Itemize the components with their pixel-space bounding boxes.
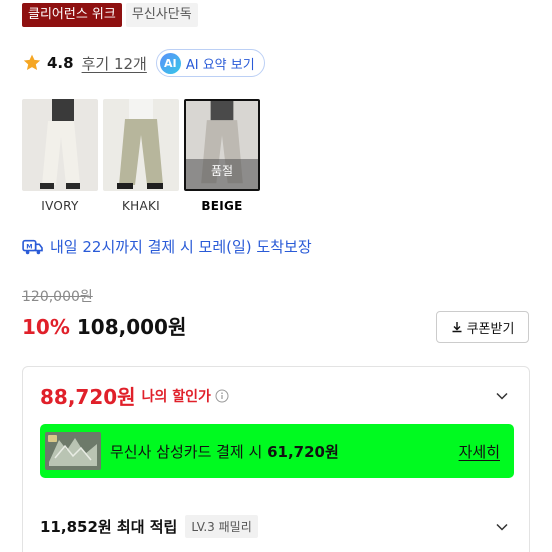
color-option-khaki[interactable]: KHAKI	[103, 99, 179, 213]
delivery-guarantee: M 내일 22시까지 결제 시 모레(일) 도착보장	[22, 236, 312, 257]
color-label: KHAKI	[121, 199, 160, 213]
rating-value: 4.8	[47, 54, 74, 72]
star-icon	[23, 54, 41, 70]
best-price-label: 나의 할인가	[141, 388, 211, 405]
discount-rate: 10%	[22, 315, 70, 339]
delivery-text: 내일 22시까지 결제 시 모레(일) 도착보장	[50, 238, 312, 256]
best-price-row[interactable]: 88,720원 나의 할인가	[40, 381, 229, 410]
clearance-badge: 클리어런스 위크	[22, 3, 122, 27]
product-thumbnail	[103, 99, 179, 191]
product-thumbnail-selected: 품절	[184, 99, 260, 191]
card-promo-banner[interactable]: 무신사 삼성카드 결제 시 61,720원 자세히	[40, 424, 514, 478]
best-price: 88,720원	[40, 385, 136, 409]
color-option-beige[interactable]: 품절 BEIGE	[184, 99, 260, 213]
soldout-overlay: 품절	[186, 159, 258, 189]
card-promo-text: 무신사 삼성카드 결제 시 61,720원	[110, 442, 339, 461]
color-label: BEIGE	[201, 199, 243, 213]
price-row: 10% 108,000원	[22, 311, 186, 340]
coupon-label: 쿠폰받기	[466, 321, 515, 337]
card-promo-amount: 61,720원	[267, 442, 339, 461]
color-label: IVORY	[41, 199, 79, 213]
promo-details-link[interactable]: 자세히	[459, 441, 500, 462]
ai-summary-button[interactable]: AI AI 요약 보기	[155, 49, 265, 77]
badge-row: 클리어런스 위크 무신사단독	[22, 3, 198, 27]
max-points: 11,852원 최대 적립	[40, 518, 178, 536]
benefit-card: 88,720원 나의 할인가 무신사 삼성카드 결제 시 61,720원 자세히…	[22, 366, 530, 552]
points-row[interactable]: 11,852원 최대 적립 LV.3 패밀리	[40, 515, 258, 538]
exclusive-badge: 무신사단독	[125, 3, 198, 27]
download-icon	[452, 322, 462, 333]
delivery-truck-icon: M	[22, 239, 43, 254]
rating-row: 4.8 후기 12개 AI AI 요약 보기	[22, 49, 265, 77]
review-count-link[interactable]: 후기 12개	[82, 53, 147, 74]
ai-icon: AI	[159, 52, 181, 74]
membership-level-badge: LV.3 패밀리	[185, 515, 258, 538]
credit-card-image	[45, 432, 101, 470]
sale-price: 108,000원	[76, 315, 187, 339]
ai-summary-label: AI 요약 보기	[185, 57, 255, 73]
chevron-down-icon[interactable]	[495, 520, 509, 534]
info-icon[interactable]	[215, 389, 229, 403]
chevron-down-icon[interactable]	[495, 389, 509, 403]
coupon-download-button[interactable]: 쿠폰받기	[436, 311, 529, 343]
original-price: 120,000원	[22, 289, 93, 305]
product-thumbnail	[22, 99, 98, 191]
svg-text:M: M	[26, 243, 32, 250]
color-option-ivory[interactable]: IVORY	[22, 99, 98, 213]
color-options: IVORY KHAKI 품절 BEIGE	[22, 99, 260, 213]
